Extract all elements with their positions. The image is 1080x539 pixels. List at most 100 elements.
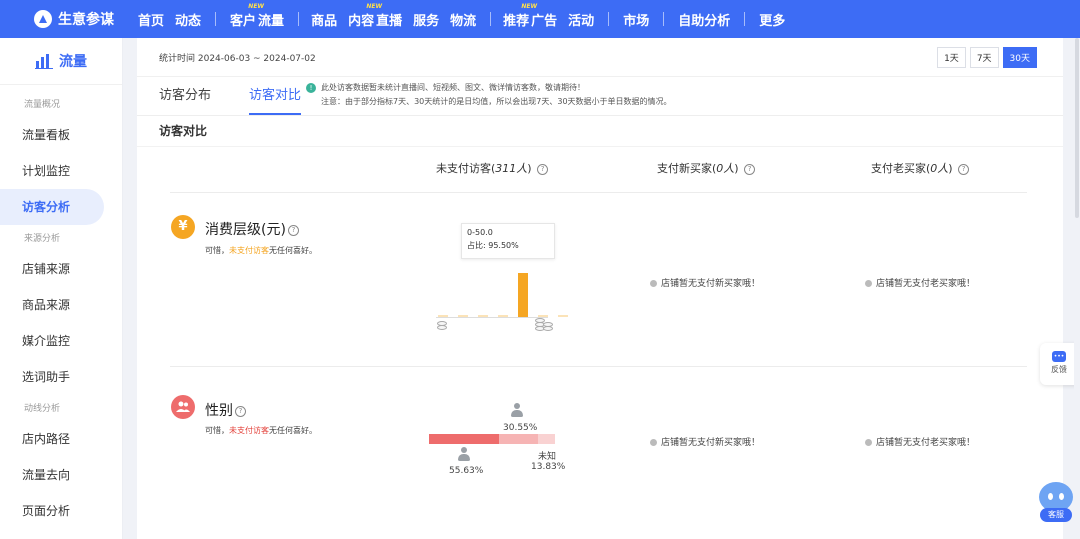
sidebar-title: 流量 (59, 54, 87, 70)
gender-segment[interactable] (429, 434, 500, 444)
tab-visitor-distribution[interactable]: 访客分布 (159, 77, 211, 115)
new-badge: NEW (521, 2, 538, 10)
brand-logo-icon (34, 10, 52, 28)
consumption-bar[interactable] (558, 315, 568, 317)
sidebar-item-goods-source[interactable]: 商品来源 (0, 287, 122, 323)
help-icon[interactable]: ? (744, 163, 756, 175)
scroll-thumb[interactable] (1075, 38, 1079, 218)
nav-home[interactable]: 首页 (138, 10, 164, 29)
range-selector: 1天 7天 30天 (933, 47, 1037, 68)
nav-traffic[interactable]: 流量 (258, 10, 284, 29)
info-icon: ! (306, 83, 316, 93)
gender-segment[interactable] (499, 434, 538, 444)
nav-dynamic[interactable]: 动态 (175, 10, 201, 29)
nav-separator (215, 12, 217, 26)
nav-goods[interactable]: 商品 (311, 10, 337, 29)
tab-visitor-compare[interactable]: 访客对比 (249, 77, 302, 115)
empty-icon (865, 439, 872, 446)
column-header-unpaid: 未支付访客(311人) ? (402, 160, 582, 176)
tooltip-range: 0-50.0 (467, 228, 493, 237)
nav-service[interactable]: 服务 (413, 10, 439, 29)
nav-live[interactable]: 直播 (376, 10, 402, 29)
row-divider (170, 366, 1027, 367)
range-30d-button[interactable]: 30天 (1002, 47, 1037, 68)
column-header-new-buyer: 支付新买家(0人) ? (616, 160, 796, 176)
brand-title: 生意参谋 (58, 12, 114, 28)
bar-chart-icon (35, 54, 53, 69)
users-icon (171, 395, 195, 419)
nav-separator (608, 12, 610, 26)
range-1d-button[interactable]: 1天 (937, 47, 966, 68)
sidebar-header: 流量 (0, 38, 122, 85)
metric-note-gender: 可惜，未支付访客无任何喜好。 (205, 426, 317, 435)
nav-separator (663, 12, 665, 26)
chat-icon: ••• (1052, 351, 1066, 362)
gender-segment[interactable] (537, 434, 555, 444)
nav-content[interactable]: 内容 NEW (348, 3, 382, 29)
empty-icon (650, 439, 657, 446)
sidebar-item-plan-monitor[interactable]: 计划监控 (0, 153, 122, 189)
nav-customer[interactable]: 客户 NEW (230, 3, 264, 29)
nav-more[interactable]: 更多 (759, 10, 785, 29)
empty-new-buyer: 店铺暂无支付新买家哦！ (650, 435, 760, 448)
coin-icon (437, 325, 447, 330)
customer-service-button[interactable]: 客服 (1036, 482, 1076, 526)
sidebar-item-page-analysis[interactable]: 页面分析 (0, 493, 122, 529)
empty-icon (865, 280, 872, 287)
service-label: 客服 (1040, 508, 1072, 522)
gender-unknown-label: 未知 (538, 452, 557, 462)
gender-pct-3: 13.83% (531, 462, 566, 472)
column-header-old-buyer: 支付老买家(0人) ? (830, 160, 1010, 176)
person-icon (511, 403, 523, 417)
feedback-button[interactable]: ••• 反馈 (1040, 343, 1078, 385)
metric-note-consumption: 可惜，未支付访客无任何喜好。 (205, 246, 317, 255)
help-icon[interactable]: ? (235, 405, 246, 417)
help-icon[interactable]: ? (537, 163, 549, 175)
feedback-label: 反馈 (1051, 365, 1067, 374)
notice-line-1: 此处访客数据暂未统计直播间、短视频、图文、微详情访客数，敬请期待！ (321, 83, 585, 92)
consumption-bar[interactable] (518, 273, 528, 317)
metric-title-gender: 性别? (205, 400, 246, 420)
nav-recommend[interactable]: 推荐 NEW (503, 3, 537, 29)
help-icon[interactable]: ? (958, 163, 970, 175)
gender-pct-2: 30.55% (503, 423, 538, 433)
empty-old-buyer: 店铺暂无支付老买家哦！ (865, 276, 975, 289)
tooltip-share: 占比: 95.50% (467, 241, 519, 250)
brand[interactable]: 生意参谋 (34, 9, 122, 29)
nav-activity[interactable]: 活动 (568, 10, 594, 29)
person-icon (458, 447, 470, 461)
sidebar-item-traffic-flow[interactable]: 流量去向 (0, 457, 122, 493)
help-icon[interactable]: ? (287, 224, 299, 236)
new-badge: NEW (248, 2, 265, 10)
range-7d-button[interactable]: 7天 (969, 47, 999, 68)
coins-stack-icon (543, 326, 553, 331)
sidebar-item-media-monitor[interactable]: 媒介监控 (0, 323, 122, 359)
sidebar-item-traffic-board[interactable]: 流量看板 (0, 117, 122, 153)
sidebar-group-label: 来源分析 (24, 234, 61, 244)
nav-separator (490, 12, 492, 26)
nav-separator (298, 12, 300, 26)
empty-new-buyer: 店铺暂无支付新买家哦！ (650, 276, 760, 289)
section-title: 访客对比 (137, 116, 1063, 147)
chart-tooltip: 0-50.0 占比: 95.50% (461, 223, 555, 259)
nav-logistics[interactable]: 物流 (450, 10, 476, 29)
tabs-row: 访客分布 访客对比 ! 此处访客数据暂未统计直播间、短视频、图文、微详情访客数，… (137, 77, 1063, 116)
nav-ads[interactable]: 广告 (531, 10, 557, 29)
nav-self-analysis[interactable]: 自助分析 (678, 10, 730, 29)
metric-title-consumption: 消费层级(元)? (205, 219, 299, 239)
gender-pct-1: 55.63% (449, 466, 484, 476)
chart-axis (436, 317, 548, 318)
stat-period-row: 统计时间 2024-06-03 ~ 2024-07-02 1天 7天 30天 (137, 38, 1063, 77)
sidebar-item-shop-path[interactable]: 店内路径 (0, 421, 122, 457)
scrollbar[interactable] (1074, 38, 1080, 539)
notice-line-2: 注意：由于部分指标7天、30天统计的是日均值，所以会出现7天、30天数据小于单日… (321, 97, 672, 106)
top-navigation: 生意参谋 首页 动态 客户 NEW 流量 商品 内容 NEW 直播 服务 物流 推荐… (0, 0, 1080, 38)
sidebar-item-keyword-helper[interactable]: 选词助手 (0, 359, 122, 395)
nav-separator (744, 12, 746, 26)
sidebar: 流量 流量概况 流量看板 计划监控 访客分析 来源分析 店铺来源 商品来源 媒介… (0, 38, 123, 539)
new-badge: NEW (366, 2, 383, 10)
sidebar-item-shop-source[interactable]: 店铺来源 (0, 251, 122, 287)
sidebar-group-label: 动线分析 (24, 404, 61, 414)
nav-market[interactable]: 市场 (623, 10, 649, 29)
sidebar-item-visitor-analysis[interactable]: 访客分析 (0, 189, 104, 225)
